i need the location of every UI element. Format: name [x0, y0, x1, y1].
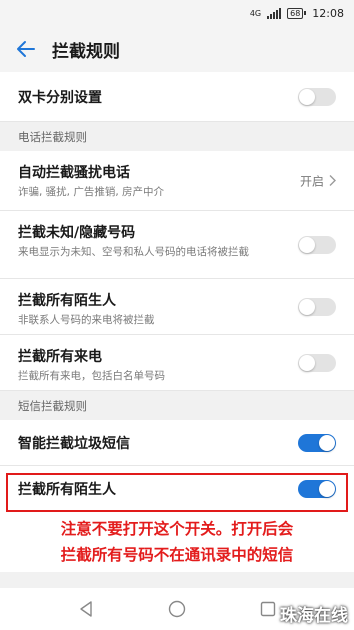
battery-icon: 68	[287, 7, 307, 19]
row-title: 双卡分别设置	[18, 89, 102, 106]
page-title: 拦截规则	[52, 41, 120, 62]
row-title: 拦截所有来电	[18, 349, 102, 365]
annotation-line-2: 拦截所有号码不在通讯录中的短信	[60, 546, 294, 564]
arrow-left-icon	[17, 41, 35, 57]
toggle-unknown-numbers[interactable]	[298, 235, 336, 254]
settings-list: 双卡分别设置 电话拦截规则 自动拦截骚扰电话 诈骗, 骚扰, 广告推销, 房产中…	[0, 72, 354, 512]
row-subtitle: 来电显示为未知、空号和私人号码的电话将被拦截	[18, 246, 249, 258]
toggle-block-all-calls[interactable]	[298, 353, 336, 372]
signal-icon	[267, 7, 282, 19]
row-smart-sms[interactable]: 智能拦截垃圾短信	[0, 420, 354, 466]
triangle-back-icon	[79, 601, 92, 617]
toggle-smart-sms[interactable]	[298, 433, 336, 452]
row-title: 拦截未知/隐藏号码	[18, 225, 136, 241]
toggle-block-strangers-sms[interactable]	[298, 480, 336, 498]
row-title: 拦截所有陌生人	[18, 293, 116, 309]
clock: 12:08	[312, 6, 344, 20]
circle-home-icon	[168, 600, 186, 618]
battery-level: 68	[287, 7, 304, 19]
row-dual-sim[interactable]: 双卡分别设置	[0, 72, 354, 122]
row-block-strangers-sms[interactable]: 拦截所有陌生人	[0, 466, 354, 512]
annotation-line-1: 注意不要打开这个开关。打开后会	[60, 520, 294, 538]
auto-block-value: 开启	[299, 174, 324, 188]
square-recents-icon	[261, 601, 276, 617]
row-subtitle: 拦截所有来电，包括白名单号码	[18, 370, 165, 382]
section-call-rules: 电话拦截规则	[0, 122, 354, 151]
row-auto-block[interactable]: 自动拦截骚扰电话 诈骗, 骚扰, 广告推销, 房产中介 开启	[0, 151, 354, 211]
section-sms-rules: 短信拦截规则	[0, 391, 354, 420]
nav-back-button[interactable]	[66, 589, 106, 629]
row-unknown-numbers[interactable]: 拦截未知/隐藏号码 来电显示为未知、空号和私人号码的电话将被拦截	[0, 211, 354, 279]
row-title: 智能拦截垃圾短信	[18, 435, 130, 452]
row-block-all-calls[interactable]: 拦截所有来电 拦截所有来电，包括白名单号码	[0, 335, 354, 391]
row-subtitle: 非联系人号码的来电将被拦截	[18, 314, 155, 326]
toggle-block-strangers-call[interactable]	[298, 297, 336, 316]
network-label: 4G	[249, 8, 262, 18]
app-bar: 拦截规则	[0, 26, 354, 72]
status-bar: 4G 68 12:08	[0, 0, 354, 26]
toggle-dual-sim[interactable]	[298, 87, 336, 106]
row-title: 自动拦截骚扰电话	[18, 165, 130, 181]
annotation: 注意不要打开这个开关。打开后会 拦截所有号码不在通讯录中的短信	[0, 512, 354, 572]
row-title: 拦截所有陌生人	[18, 482, 116, 498]
chevron-right-icon	[329, 175, 336, 186]
back-button[interactable]	[0, 26, 52, 72]
row-block-strangers-call[interactable]: 拦截所有陌生人 非联系人号码的来电将被拦截	[0, 279, 354, 335]
row-subtitle: 诈骗, 骚扰, 广告推销, 房产中介	[18, 186, 165, 198]
watermark: 珠海在线	[280, 606, 348, 626]
nav-home-button[interactable]	[157, 589, 197, 629]
